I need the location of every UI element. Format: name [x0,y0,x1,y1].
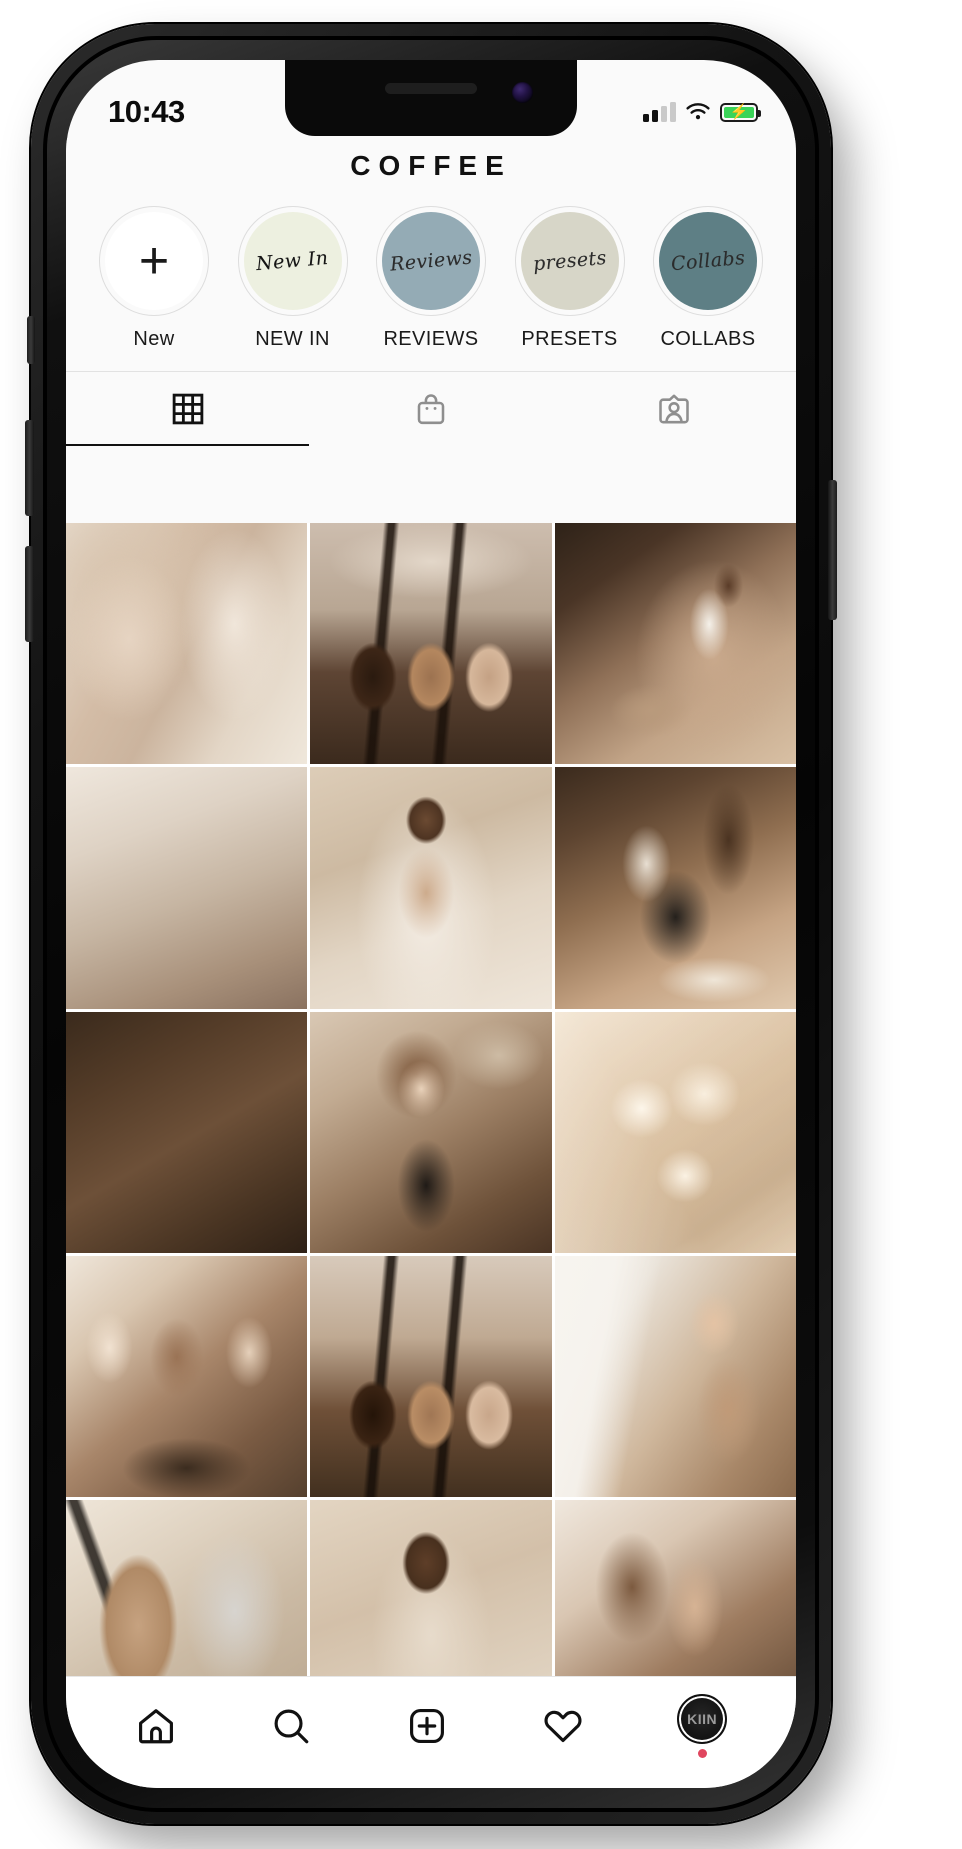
tab-shop[interactable] [309,372,552,446]
highlight-cover-new-in: New In [243,212,342,310]
highlight-new[interactable]: + New [90,206,218,351]
highlight-ring: + [99,206,209,316]
page-title: COFFEE [350,150,512,181]
battery-charging-icon: ⚡ [720,102,761,122]
highlight-cover-collabs: Collabs [659,212,757,310]
highlight-ring: presets [514,206,625,316]
home-icon [138,1708,173,1743]
profile-header: COFFEE + New New In NEW IN Reviews REVIE… [66,138,796,446]
grid-post[interactable] [66,1500,308,1676]
status-bar-clock: 10:43 [108,94,185,129]
wifi-icon [686,102,710,119]
phone-screen: 10:43 ⚡ COFFEE + New New In NEW IN Revie… [66,60,796,1788]
story-highlights: + New New In NEW IN Reviews REVIEWS pres… [66,188,796,351]
avatar-label: KIIN [687,1710,718,1727]
highlight-ring: New In [237,206,348,316]
grid-post[interactable] [66,767,308,1009]
heart-icon [544,1710,582,1742]
highlight-presets[interactable]: presets PRESETS [506,206,634,351]
highlight-cover-text: Reviews [388,246,474,276]
tab-tagged[interactable] [553,372,796,446]
grid-post[interactable] [554,1500,796,1676]
volume-up-button[interactable] [25,420,34,516]
grid-post[interactable] [554,1255,796,1498]
grid-post[interactable] [554,523,796,765]
highlight-reviews[interactable]: Reviews REVIEWS [367,206,495,351]
nav-home[interactable] [135,1705,177,1747]
grid-post[interactable] [66,1011,308,1253]
highlight-ring: Collabs [653,206,763,316]
highlight-label: COLLABS [660,328,756,350]
highlight-new-in[interactable]: New In NEW IN [229,206,357,351]
highlight-label: PRESETS [521,328,618,350]
grid-post[interactable] [554,1011,796,1253]
highlight-label: NEW IN [255,328,330,350]
highlight-cover-text: presets [531,246,608,276]
highlight-label: REVIEWS [383,328,479,350]
grid-post[interactable] [310,1500,552,1676]
grid-post[interactable] [554,767,796,1009]
nav-activity[interactable] [542,1705,584,1747]
tab-grid[interactable] [66,372,310,446]
highlight-label: New [133,328,175,350]
silent-switch-button[interactable] [27,316,35,364]
nav-search[interactable] [270,1705,312,1747]
shopping-bag-icon [417,394,445,425]
tagged-photos-icon [659,394,690,424]
grid-icon [172,393,203,425]
cellular-signal-icon [643,101,676,122]
grid-post[interactable] [66,523,308,765]
grid-post[interactable] [310,523,552,765]
grid-post[interactable] [310,767,552,1009]
highlight-collabs[interactable]: Collabs COLLABS [644,206,772,351]
grid-post[interactable] [310,1255,552,1498]
highlight-cover-text: Collabs [670,246,746,276]
grid-post[interactable] [310,1011,552,1253]
power-button[interactable] [828,480,837,620]
notification-badge [697,1748,707,1758]
nav-create[interactable] [406,1705,448,1747]
plus-icon: + [105,212,203,310]
earpiece-speaker [385,83,477,94]
highlight-cover-text: New In [255,246,330,276]
photo-grid-scroll[interactable] [66,523,796,1676]
bottom-navigation-bar: KIIN [66,1676,796,1788]
highlight-ring: Reviews [376,206,486,316]
grid-post[interactable] [66,1255,308,1498]
profile-avatar-icon: KIIN [677,1693,728,1744]
status-bar-indicators: ⚡ [643,101,761,122]
nav-profile[interactable]: KIIN [677,1693,728,1758]
photo-grid [66,523,796,1676]
front-camera-icon [512,82,533,103]
highlight-cover-presets: presets [520,212,619,310]
highlight-cover-reviews: Reviews [382,212,480,310]
profile-tab-bar [66,371,796,446]
screenshot-root: 10:43 ⚡ COFFEE + New New In NEW IN Revie… [0,0,962,1849]
add-post-icon [410,1708,444,1743]
search-icon [274,1709,309,1743]
volume-down-button[interactable] [25,546,34,642]
notch [285,60,577,136]
